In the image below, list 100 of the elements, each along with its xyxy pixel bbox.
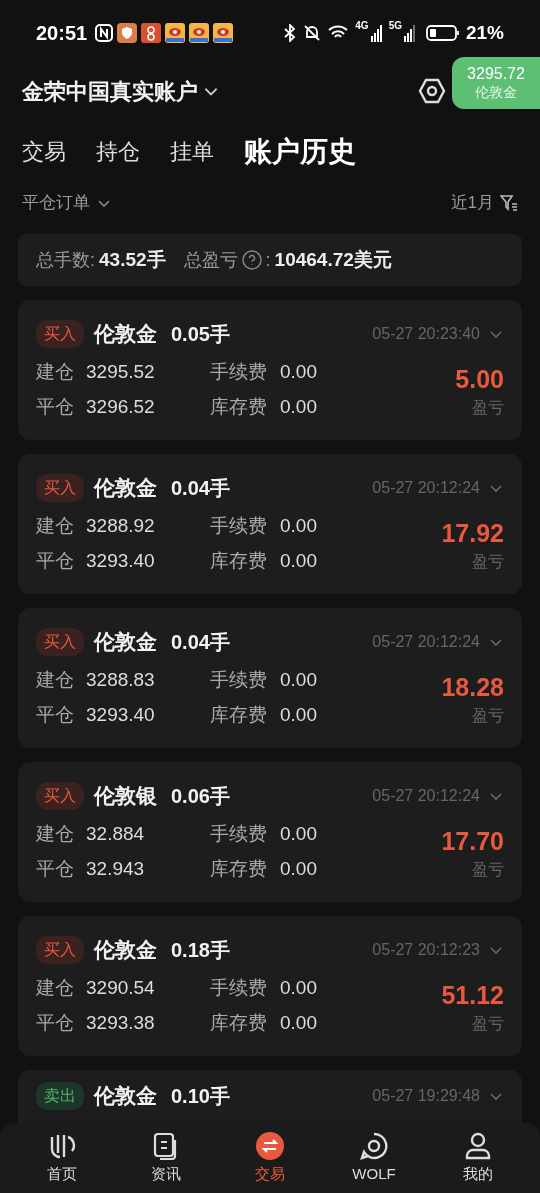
order-card[interactable]: 买入 伦敦金 0.18手 05-27 20:12:23 建仓 3290.54 手续费 0.00 平仓 3293.38 库存费 0.00 51.12 盈亏 [18, 916, 522, 1056]
shield-app-icon [117, 23, 138, 43]
nav-item[interactable]: 交易 [230, 1130, 310, 1186]
account-selector[interactable]: 金荣中国真实账户 [22, 74, 220, 108]
tab[interactable]: 持仓 [96, 128, 140, 176]
fee-label: 手续费 [210, 821, 268, 846]
open-price: 3288.92 [86, 513, 156, 538]
close-label: 平仓 [36, 856, 75, 881]
swap-value: 0.00 [280, 1010, 317, 1035]
swap-value: 0.00 [280, 548, 317, 573]
order-card[interactable]: 买入 伦敦金 0.04手 05-27 20:12:24 建仓 3288.83 手续费 0.00 平仓 3293.40 库存费 0.00 18.28 盈亏 [18, 608, 522, 748]
order-card[interactable]: 买入 伦敦银 0.06手 05-27 20:12:24 建仓 32.884 手续费 0.00 平仓 32.943 库存费 0.00 17.70 盈亏 [18, 762, 522, 902]
swap-value: 0.00 [280, 856, 317, 881]
fee-label: 手续费 [210, 667, 268, 692]
swap-label: 库存费 [210, 548, 268, 573]
fee-label: 手续费 [210, 975, 268, 1000]
period-filter[interactable]: 近1月 [450, 190, 494, 216]
swap-value: 0.00 [280, 394, 317, 419]
nav-item[interactable]: 首页 [22, 1130, 102, 1186]
open-price: 3295.52 [86, 359, 156, 384]
order-type-dropdown[interactable]: 平仓订单 [22, 190, 112, 216]
price-symbol: 伦敦金 [475, 84, 517, 102]
lots-label: 总手数: [36, 248, 95, 272]
bell-muted-icon [303, 24, 322, 42]
lots: 0.04手 [171, 629, 230, 655]
symbol: 伦敦金 [94, 1083, 157, 1109]
help-icon[interactable] [241, 250, 262, 270]
close-price: 3293.40 [86, 548, 156, 573]
battery-level: 21% [465, 20, 504, 45]
fee-value: 0.00 [280, 821, 317, 846]
tab[interactable]: 挂单 [170, 128, 214, 176]
tab[interactable]: 账户历史 [244, 128, 356, 176]
open-label: 建仓 [36, 821, 75, 846]
order-time: 05-27 20:12:23 [372, 939, 480, 960]
profit-value: 17.70 [441, 825, 504, 857]
close-price: 32.943 [86, 856, 146, 881]
lots: 0.05手 [171, 321, 230, 347]
person-icon [463, 1130, 493, 1161]
swap-label: 库存费 [210, 702, 268, 727]
eye-app-icon [213, 23, 234, 43]
lots-value: 43.52手 [99, 247, 166, 272]
settings-icon[interactable] [418, 77, 446, 105]
open-price: 3288.83 [86, 667, 156, 692]
lots: 0.10手 [171, 1083, 230, 1109]
lots: 0.04手 [171, 475, 230, 501]
swap-value: 0.00 [280, 702, 317, 727]
eye-app-icon [165, 23, 186, 43]
order-card[interactable]: 买入 伦敦金 0.05手 05-27 20:23:40 建仓 3295.52 手续费 0.00 平仓 3296.52 库存费 0.00 5.00 盈亏 [18, 300, 522, 440]
symbol: 伦敦金 [94, 321, 157, 347]
lots: 0.06手 [171, 783, 230, 809]
fee-label: 手续费 [210, 513, 268, 538]
order-card[interactable]: 买入 伦敦金 0.04手 05-27 20:12:24 建仓 3288.92 手续费 0.00 平仓 3293.40 库存费 0.00 17.92 盈亏 [18, 454, 522, 594]
side-tag: 卖出 [36, 1081, 84, 1110]
side-tag: 买入 [36, 935, 84, 964]
order-time: 05-27 20:23:40 [372, 323, 480, 344]
tab[interactable]: 交易 [22, 128, 66, 176]
close-label: 平仓 [36, 548, 75, 573]
nav-item[interactable]: 我的 [438, 1130, 518, 1186]
filter-icon[interactable] [500, 194, 518, 212]
swap-label: 库存费 [210, 1010, 268, 1035]
swap-icon [255, 1130, 285, 1161]
close-price: 3296.52 [86, 394, 156, 419]
close-label: 平仓 [36, 394, 75, 419]
symbol: 伦敦金 [94, 937, 157, 963]
fee-value: 0.00 [280, 359, 317, 384]
profit-value: 51.12 [441, 979, 504, 1011]
order-card[interactable]: 卖出 伦敦金 0.10手 05-27 19:29:48 [18, 1070, 522, 1123]
lots: 0.18手 [171, 937, 230, 963]
profit-label: 盈亏 [472, 1013, 504, 1034]
side-tag: 买入 [36, 319, 84, 348]
pnl-value: 10464.72美元 [274, 247, 392, 272]
side-tag: 买入 [36, 627, 84, 656]
swap-label: 库存费 [210, 856, 268, 881]
open-label: 建仓 [36, 975, 75, 1000]
open-label: 建仓 [36, 667, 75, 692]
eye-app-icon [189, 23, 210, 43]
profit-label: 盈亏 [472, 551, 504, 572]
side-tag: 买入 [36, 781, 84, 810]
pnl-colon: : [265, 248, 271, 272]
fee-value: 0.00 [280, 975, 317, 1000]
nav-item[interactable]: 资讯 [126, 1130, 206, 1186]
close-label: 平仓 [36, 702, 75, 727]
swap-label: 库存费 [210, 394, 268, 419]
close-label: 平仓 [36, 1010, 75, 1035]
chat-bubble-icon [359, 1130, 389, 1161]
fee-value: 0.00 [280, 513, 317, 538]
open-label: 建仓 [36, 359, 75, 384]
nav-item[interactable]: WOLF [334, 1130, 414, 1186]
signal-icon [370, 24, 383, 42]
symbol: 伦敦金 [94, 629, 157, 655]
profit-value: 18.28 [441, 671, 504, 703]
signal-icon [403, 24, 416, 42]
open-price: 32.884 [86, 821, 146, 846]
order-time: 05-27 20:12:24 [372, 785, 480, 806]
fee-value: 0.00 [280, 667, 317, 692]
network-label: 4G [355, 20, 369, 31]
close-price: 3293.40 [86, 702, 156, 727]
pnl-label: 总盈亏 [183, 248, 238, 272]
open-label: 建仓 [36, 513, 75, 538]
network-label: 5G [388, 20, 402, 31]
